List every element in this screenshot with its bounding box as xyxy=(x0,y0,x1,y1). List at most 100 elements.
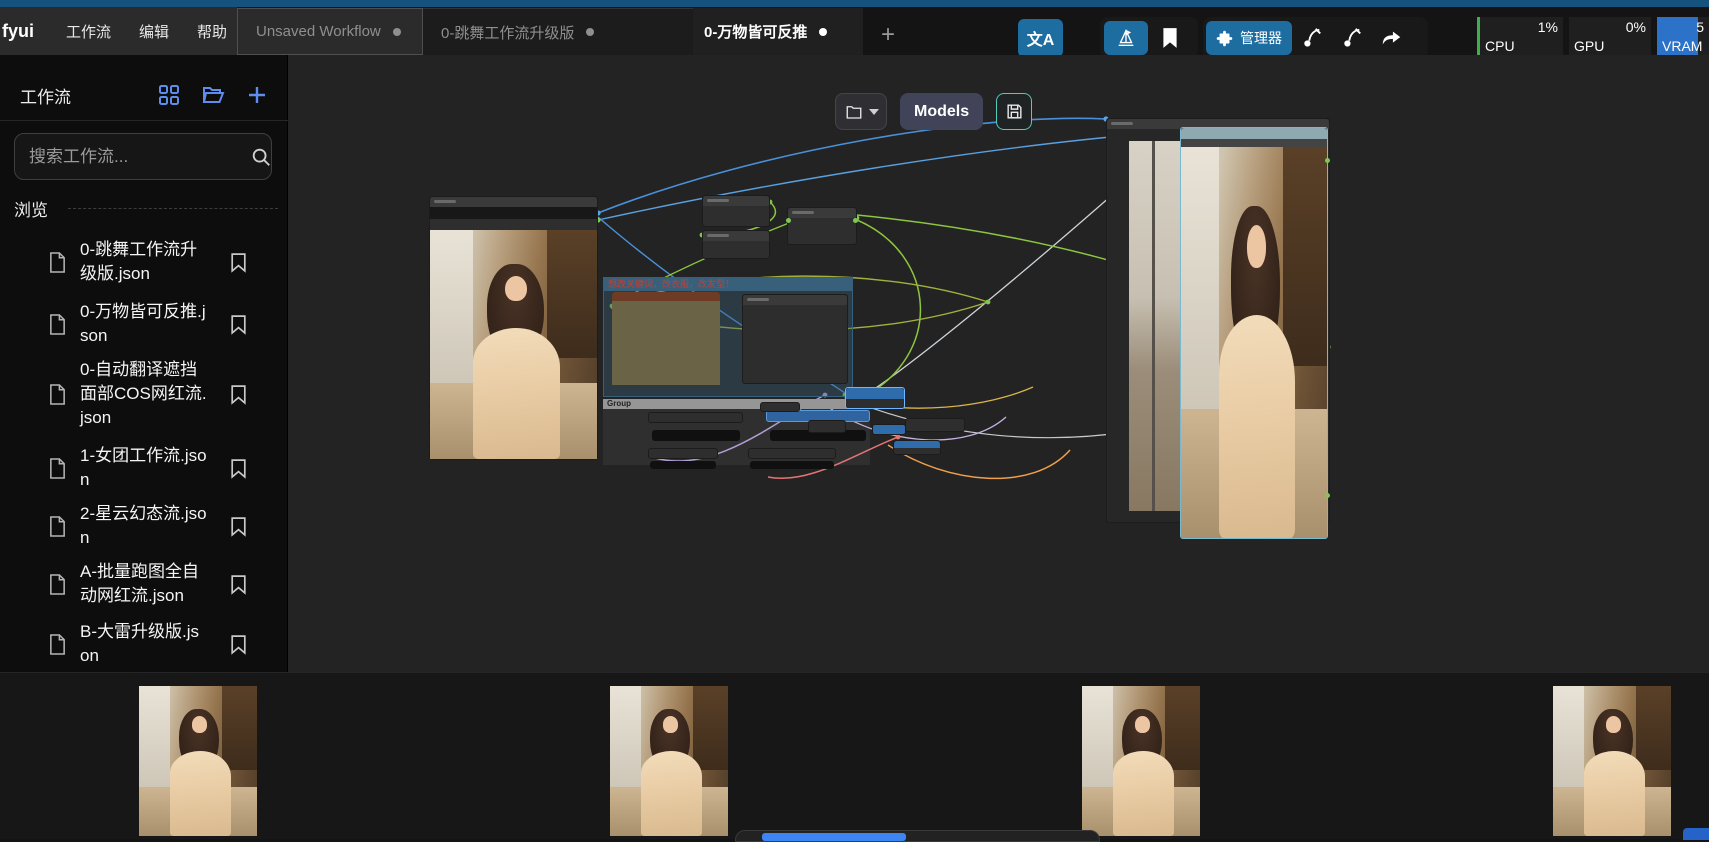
workflow-node[interactable] xyxy=(648,448,718,459)
gpu-monitor: 0% GPU xyxy=(1569,17,1651,57)
document-icon xyxy=(48,251,70,274)
node-widget[interactable] xyxy=(1181,139,1327,147)
gallery-thumbnail[interactable] xyxy=(610,686,728,836)
bookmark-button[interactable] xyxy=(1148,21,1192,55)
menu-help[interactable]: 帮助 xyxy=(197,21,227,42)
workflow-search-box[interactable] xyxy=(14,133,272,180)
workflow-file-name: 0-跳舞工作流升级版.json xyxy=(80,238,208,286)
workflow-node[interactable] xyxy=(742,294,848,384)
vacuum-icon xyxy=(1301,27,1323,49)
save-workflow-button[interactable] xyxy=(996,93,1032,130)
gallery-thumbnail[interactable] xyxy=(1082,686,1200,836)
node-widget[interactable] xyxy=(430,207,597,219)
mountain-icon xyxy=(1115,27,1137,49)
workflow-file-row[interactable]: 0-自动翻译遮挡面部COS网红流.json xyxy=(48,358,258,430)
workflow-node[interactable] xyxy=(702,195,770,227)
selected-node[interactable] xyxy=(845,387,905,409)
bookmark-outline-icon[interactable] xyxy=(230,384,247,405)
bookmark-outline-icon[interactable] xyxy=(230,574,247,595)
tab-dance-workflow[interactable]: 0-跳舞工作流升级版 xyxy=(423,8,693,55)
node-graph-canvas[interactable]: Models 想改关键词，改衣服，改发型！ xyxy=(288,55,1709,672)
translate-button[interactable]: 文A xyxy=(1018,19,1063,57)
text-input-widget[interactable] xyxy=(652,430,740,441)
gallery-thumbnail[interactable] xyxy=(139,686,257,836)
workflow-file-row[interactable]: 0-万物皆可反推.json xyxy=(48,300,258,348)
cpu-monitor: 1% CPU xyxy=(1477,17,1563,57)
browse-section-label[interactable]: 浏览 xyxy=(14,196,48,221)
selected-image-node[interactable] xyxy=(1180,127,1328,539)
node-widget[interactable] xyxy=(430,219,597,230)
mountain-logo-button[interactable] xyxy=(1104,21,1148,55)
text-node[interactable] xyxy=(612,292,720,385)
workflow-file-row[interactable]: 0-跳舞工作流升级版.json xyxy=(48,238,258,286)
workflow-node[interactable] xyxy=(702,230,770,259)
menubar: fyui 工作流 编辑 帮助 Unsaved Workflow 0-跳舞工作流升… xyxy=(0,7,1709,55)
workflow-node[interactable] xyxy=(808,420,846,433)
search-icon xyxy=(250,146,272,168)
folder-icon xyxy=(844,103,864,121)
corner-widget[interactable] xyxy=(1683,828,1709,840)
tab-unsaved-workflow[interactable]: Unsaved Workflow xyxy=(237,8,423,55)
document-icon xyxy=(48,313,70,336)
grid-view-button[interactable] xyxy=(156,82,182,108)
text-widget-area[interactable] xyxy=(612,301,720,385)
workflow-node[interactable] xyxy=(905,418,965,432)
text-input-widget[interactable] xyxy=(650,461,716,469)
workflow-file-name: 0-万物皆可反推.json xyxy=(80,300,208,348)
vram-label: VRAM xyxy=(1662,38,1702,54)
translate-icon: 文A xyxy=(1027,26,1055,50)
node-title-bar[interactable] xyxy=(430,197,597,207)
bookmark-outline-icon[interactable] xyxy=(230,516,247,537)
workflow-file-row[interactable]: A-批量跑图全自动网红流.json xyxy=(48,560,258,608)
bookmark-outline-icon[interactable] xyxy=(230,634,247,655)
node-title-bar[interactable] xyxy=(1181,128,1327,139)
node-image-preview xyxy=(430,230,597,459)
workflow-file-row[interactable]: 2-星云幻态流.json xyxy=(48,502,258,550)
workflow-file-name: B-大雷升级版.json xyxy=(80,620,208,668)
node-image-preview xyxy=(1181,147,1327,538)
output-gallery-panel xyxy=(0,672,1709,839)
free-model-cache-button[interactable] xyxy=(1292,21,1332,55)
text-input-widget[interactable] xyxy=(750,461,834,469)
gpu-value: 0% xyxy=(1626,19,1646,35)
vram-value: 5 xyxy=(1696,19,1704,35)
models-button[interactable]: Models xyxy=(900,93,983,130)
node-group-blue[interactable]: 想改关键词，改衣服，改发型！ xyxy=(603,277,853,397)
workflow-file-row[interactable]: B-大雷升级版.json xyxy=(48,620,258,668)
workflow-file-name: 1-女团工作流.json xyxy=(80,444,208,492)
new-tab-button[interactable]: + xyxy=(873,21,903,51)
unsaved-dot xyxy=(586,28,594,36)
divider xyxy=(68,208,278,209)
group-note-header[interactable]: 想改关键词，改衣服，改发型！ xyxy=(604,278,852,291)
workflow-node[interactable] xyxy=(748,448,836,459)
workflow-folder-button[interactable] xyxy=(835,93,887,130)
load-image-node[interactable] xyxy=(429,196,598,460)
workflow-node[interactable] xyxy=(760,402,800,412)
bookmark-outline-icon[interactable] xyxy=(230,458,247,479)
unsaved-dot xyxy=(819,28,827,36)
selected-node[interactable] xyxy=(872,424,906,435)
canvas-toolbar: Models xyxy=(835,93,1032,130)
gallery-thumbnail[interactable] xyxy=(1553,686,1671,836)
bookmark-outline-icon[interactable] xyxy=(230,252,247,273)
workflow-node[interactable] xyxy=(648,412,743,423)
share-button[interactable] xyxy=(1372,21,1412,55)
manager-label: 管理器 xyxy=(1240,28,1282,48)
workflow-file-row[interactable]: 1-女团工作流.json xyxy=(48,444,258,492)
workflow-node[interactable] xyxy=(787,207,857,245)
workflow-node[interactable] xyxy=(893,440,941,455)
menu-workflow[interactable]: 工作流 xyxy=(66,21,111,42)
bottom-scrollbar[interactable] xyxy=(735,830,1100,842)
bookmark-outline-icon[interactable] xyxy=(230,314,247,335)
tab-active-reverse-workflow[interactable]: 0-万物皆可反推 xyxy=(693,8,863,55)
new-workflow-button[interactable] xyxy=(244,82,270,108)
chevron-down-icon xyxy=(869,109,879,115)
open-folder-button[interactable] xyxy=(200,82,226,108)
free-all-cache-button[interactable] xyxy=(1332,21,1372,55)
manager-button[interactable]: 管理器 xyxy=(1206,21,1292,55)
search-input[interactable] xyxy=(15,147,250,167)
bottom-scrollbar-thumb[interactable] xyxy=(762,833,906,841)
menu-edit[interactable]: 编辑 xyxy=(139,21,169,42)
share-arrow-icon xyxy=(1381,27,1403,49)
group-title[interactable]: Group xyxy=(603,399,870,409)
